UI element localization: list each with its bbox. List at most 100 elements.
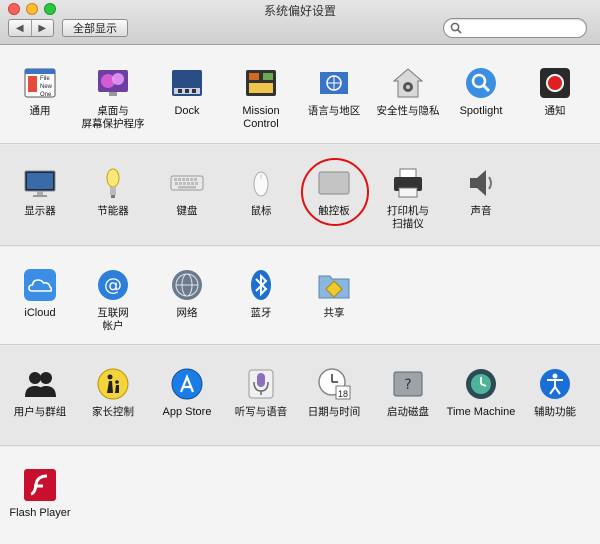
parental-controls-icon xyxy=(95,366,131,402)
pref-label: Time Machine xyxy=(446,406,516,418)
pref-displays[interactable]: 显示器 xyxy=(4,149,76,229)
pref-label: App Store xyxy=(162,406,212,418)
pref-parental-controls[interactable]: 家长控制 xyxy=(77,350,149,430)
icloud-icon xyxy=(22,267,58,303)
pref-dictation-speech[interactable]: 听写与语音 xyxy=(225,350,297,430)
pref-printers-scanners[interactable]: 打印机与 扫描仪 xyxy=(372,149,444,230)
pref-users-groups[interactable]: 用户与群组 xyxy=(4,350,76,430)
pref-notifications[interactable]: 通知 xyxy=(519,49,591,129)
pref-general[interactable]: File New One 通用 xyxy=(4,49,76,129)
pref-label: 共享 xyxy=(323,307,345,319)
pref-label: 网络 xyxy=(176,307,198,319)
pref-sharing[interactable]: 共享 xyxy=(298,251,370,331)
pref-label: 听写与语音 xyxy=(234,406,288,418)
clock-calendar-icon: 18 xyxy=(316,366,352,402)
back-button[interactable]: ◀ xyxy=(9,20,31,36)
pref-label: 蓝牙 xyxy=(250,307,272,319)
pref-spotlight[interactable]: Spotlight xyxy=(445,49,517,129)
pref-label: 桌面与 屏幕保护程序 xyxy=(81,105,145,130)
sharing-folder-icon xyxy=(316,267,352,303)
pref-keyboard[interactable]: 键盘 xyxy=(151,149,223,229)
pref-mission-control[interactable]: Mission Control xyxy=(225,49,297,130)
keyboard-icon xyxy=(169,165,205,201)
system-section: 用户与群组 家长控制 App Store 听写与语音 18 日期与时间 ? 启动… xyxy=(0,346,600,446)
pref-internet-accounts[interactable]: @ 互联网 帐户 xyxy=(77,251,149,332)
pref-security-privacy[interactable]: 安全性与隐私 xyxy=(372,49,444,129)
pref-language-region[interactable]: 语言与地区 xyxy=(298,49,370,129)
pref-label: 显示器 xyxy=(24,205,56,217)
show-all-button[interactable]: 全部显示 xyxy=(62,19,128,37)
notifications-icon xyxy=(537,65,573,101)
forward-button[interactable]: ▶ xyxy=(30,20,54,36)
pref-sound[interactable]: 声音 xyxy=(445,149,517,229)
pref-label: Flash Player xyxy=(9,507,71,519)
pref-bluetooth[interactable]: 蓝牙 xyxy=(225,251,297,331)
pref-label: Dock xyxy=(174,105,200,117)
internet-section: iCloud @ 互联网 帐户 网络 蓝牙 共享 xyxy=(0,247,600,345)
pref-accessibility[interactable]: 辅助功能 xyxy=(519,350,591,430)
desktop-screensaver-icon xyxy=(95,65,131,101)
pref-label: 互联网 帐户 xyxy=(97,307,129,332)
pref-label: 键盘 xyxy=(176,205,198,217)
spotlight-icon xyxy=(463,65,499,101)
mission-control-icon xyxy=(243,65,279,101)
app-store-icon xyxy=(169,366,205,402)
hardware-section: 显示器 节能器 键盘 鼠标 触控板 打印机与 扫描仪 声音 xyxy=(0,145,600,246)
pref-label: 通知 xyxy=(544,105,566,117)
general-icon-one: One xyxy=(40,92,52,98)
pref-label: iCloud xyxy=(24,307,56,319)
pref-label: 安全性与隐私 xyxy=(376,105,440,117)
pref-label: 鼠标 xyxy=(250,205,272,217)
pref-label: Spotlight xyxy=(459,105,503,117)
pref-label: 启动磁盘 xyxy=(387,406,429,418)
pref-time-machine[interactable]: Time Machine xyxy=(445,350,517,430)
flag-globe-icon xyxy=(316,65,352,101)
pref-label: Mission Control xyxy=(242,105,280,130)
pref-label: 通用 xyxy=(29,105,51,117)
titlebar: 系统偏好设置 ◀ ▶ 全部显示 xyxy=(0,0,600,45)
lightbulb-icon xyxy=(95,165,131,201)
pref-dock[interactable]: Dock xyxy=(151,49,223,129)
pref-icloud[interactable]: iCloud xyxy=(4,251,76,331)
time-machine-icon xyxy=(463,366,499,402)
pref-startup-disk[interactable]: ? 启动磁盘 xyxy=(372,350,444,430)
speaker-icon xyxy=(463,165,499,201)
hard-disk-icon: ? xyxy=(390,366,426,402)
pref-flash-player[interactable]: Flash Player xyxy=(4,451,76,531)
pref-label: 声音 xyxy=(470,205,492,217)
house-lock-icon xyxy=(390,65,426,101)
system-preferences-window: 系统偏好设置 ◀ ▶ 全部显示 File New One 通用 桌面与 屏幕保护… xyxy=(0,0,600,544)
accessibility-icon xyxy=(537,366,573,402)
pref-date-time[interactable]: 18 日期与时间 xyxy=(298,350,370,430)
calendar-day: 18 xyxy=(338,389,348,399)
general-icon: File New One xyxy=(22,65,58,101)
search-field[interactable] xyxy=(443,18,587,38)
general-icon-file: File xyxy=(40,76,50,82)
back-forward-control: ◀ ▶ xyxy=(8,19,54,37)
pref-label: 节能器 xyxy=(97,205,129,217)
pref-label: 用户与群组 xyxy=(13,406,67,418)
pref-label: 语言与地区 xyxy=(307,105,361,117)
personal-section: File New One 通用 桌面与 屏幕保护程序 Dock Mission … xyxy=(0,45,600,144)
display-icon xyxy=(22,165,58,201)
pref-label: 日期与时间 xyxy=(307,406,361,418)
printer-icon xyxy=(390,165,426,201)
window-title: 系统偏好设置 xyxy=(263,4,336,18)
at-sign-icon: @ xyxy=(95,267,131,303)
search-input[interactable] xyxy=(464,21,584,37)
trackpad-highlight-circle xyxy=(301,158,369,226)
mouse-icon xyxy=(243,165,279,201)
pref-network[interactable]: 网络 xyxy=(151,251,223,331)
svg-text:?: ? xyxy=(404,377,411,393)
microphone-icon xyxy=(243,366,279,402)
pref-mouse[interactable]: 鼠标 xyxy=(225,149,297,229)
pref-energy-saver[interactable]: 节能器 xyxy=(77,149,149,229)
pref-desktop-screensaver[interactable]: 桌面与 屏幕保护程序 xyxy=(77,49,149,130)
search-icon xyxy=(450,22,462,34)
svg-text:@: @ xyxy=(104,275,122,296)
pref-label: 家长控制 xyxy=(92,406,134,418)
network-globe-icon xyxy=(169,267,205,303)
bluetooth-icon xyxy=(243,267,279,303)
pref-label: 辅助功能 xyxy=(534,406,576,418)
pref-app-store[interactable]: App Store xyxy=(151,350,223,430)
